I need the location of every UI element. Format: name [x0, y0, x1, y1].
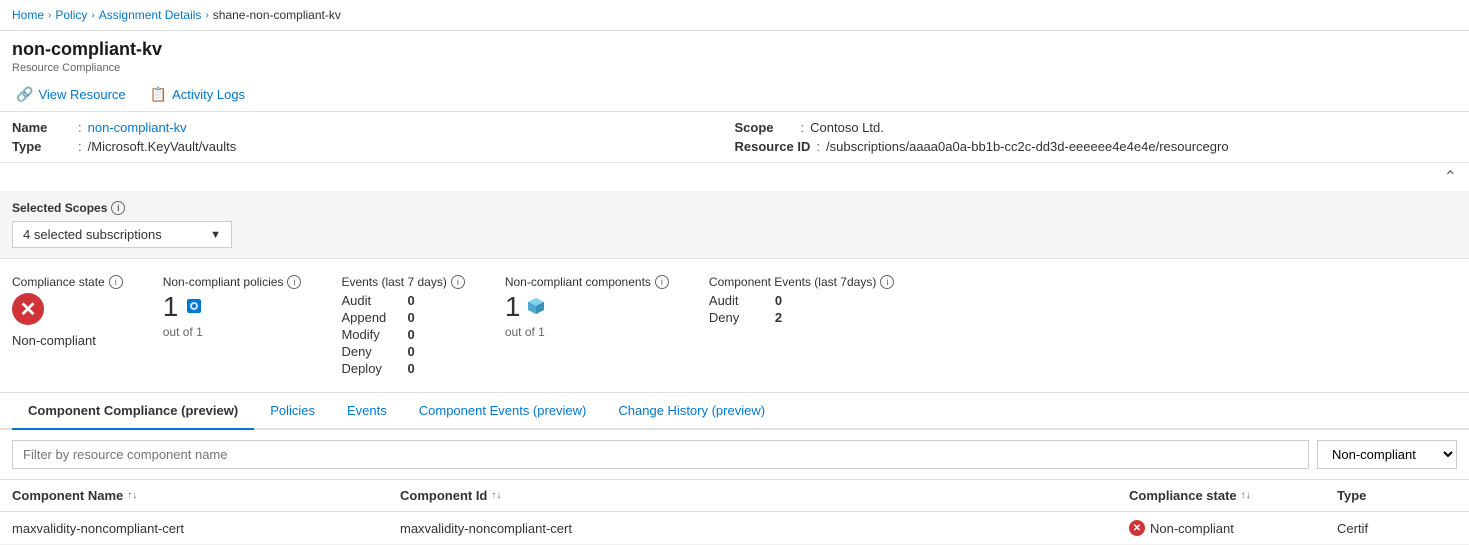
event-deny: Deny 0 — [341, 344, 464, 359]
scopes-dropdown-value: 4 selected subscriptions — [23, 227, 162, 242]
compliance-x-icon: ✕ — [1129, 520, 1145, 536]
filter-input[interactable] — [12, 440, 1309, 469]
tabs-section: Component Compliance (preview) Policies … — [0, 393, 1469, 430]
type-row: Type : /Microsoft.KeyVault/vaults — [12, 139, 735, 154]
comp-event-deny: Deny 2 — [709, 310, 894, 325]
stats-section: Compliance state i ✕ Non-compliant Non-c… — [0, 259, 1469, 393]
scopes-dropdown[interactable]: 4 selected subscriptions ▼ — [12, 221, 232, 248]
breadcrumb-current: shane-non-compliant-kv — [213, 8, 341, 22]
resource-id-row: Resource ID : /subscriptions/aaaa0a0a-bb… — [735, 139, 1458, 154]
component-events-block: Component Events (last 7days) i Audit 0 … — [709, 275, 894, 376]
activity-logs-label: Activity Logs — [172, 87, 245, 102]
page-header: non-compliant-kv Resource Compliance — [0, 31, 1469, 78]
cell-component-id: maxvalidity-noncompliant-cert — [400, 521, 1121, 536]
tab-component-compliance[interactable]: Component Compliance (preview) — [12, 393, 254, 430]
event-deploy: Deploy 0 — [341, 361, 464, 376]
view-resource-button[interactable]: 🔗 View Resource — [12, 84, 130, 105]
compliance-filter-dropdown[interactable]: Non-compliant — [1317, 440, 1457, 469]
col-type[interactable]: Type — [1337, 488, 1457, 503]
sort-icon-compliance-state: ↑↓ — [1241, 490, 1251, 501]
events-list: Audit 0 Append 0 Modify 0 Deny 0 Deploy … — [341, 293, 464, 376]
toolbar: 🔗 View Resource 📋 Activity Logs — [0, 78, 1469, 112]
metadata-left: Name : non-compliant-kv Type : /Microsof… — [12, 120, 735, 154]
type-value: /Microsoft.KeyVault/vaults — [88, 139, 237, 154]
scope-value: Contoso Ltd. — [810, 120, 884, 135]
scopes-info-icon[interactable]: i — [111, 201, 125, 215]
metadata-section: Name : non-compliant-kv Type : /Microsof… — [0, 112, 1469, 163]
comp-event-audit: Audit 0 — [709, 293, 894, 308]
policy-cube-icon — [184, 293, 204, 321]
component-cube-icon — [526, 293, 546, 321]
non-compliant-icon: ✕ — [12, 293, 44, 325]
filter-section: Non-compliant — [0, 430, 1469, 480]
name-value[interactable]: non-compliant-kv — [88, 120, 187, 135]
scopes-section: Selected Scopes i 4 selected subscriptio… — [0, 191, 1469, 259]
type-label: Type — [12, 139, 72, 154]
cell-component-name: maxvalidity-noncompliant-cert — [12, 521, 392, 536]
activity-logs-button[interactable]: 📋 Activity Logs — [146, 84, 249, 105]
events-block: Events (last 7 days) i Audit 0 Append 0 … — [341, 275, 464, 376]
non-compliant-policies-block: Non-compliant policies i 1 out of 1 — [163, 275, 302, 376]
log-icon: 📋 — [150, 86, 167, 103]
resource-id-label: Resource ID — [735, 139, 811, 154]
breadcrumb-assignment[interactable]: Assignment Details — [99, 8, 202, 22]
cell-type: Certif — [1337, 521, 1457, 536]
tab-events[interactable]: Events — [331, 393, 403, 430]
table-row: maxvalidity-noncompliant-cert maxvalidit… — [0, 512, 1469, 545]
resource-id-value: /subscriptions/aaaa0a0a-bb1b-cc2c-dd3d-e… — [826, 139, 1229, 154]
compliance-state-value: Non-compliant — [12, 333, 123, 348]
compliance-state-block: Compliance state i ✕ Non-compliant — [12, 275, 123, 376]
col-component-id[interactable]: Component Id ↑↓ — [400, 488, 1121, 503]
scope-row: Scope : Contoso Ltd. — [735, 120, 1458, 135]
component-events-info-icon[interactable]: i — [880, 275, 894, 289]
component-events-list: Audit 0 Deny 2 — [709, 293, 894, 325]
non-compliant-components-number: 1 — [505, 293, 669, 321]
non-compliant-components-title: Non-compliant components i — [505, 275, 669, 289]
non-compliant-components-block: Non-compliant components i 1 out of 1 — [505, 275, 669, 376]
page-subtitle: Resource Compliance — [12, 62, 1457, 74]
view-resource-label: View Resource — [38, 87, 125, 102]
compliance-state-info-icon[interactable]: i — [109, 275, 123, 289]
chevron-down-icon: ▼ — [210, 229, 221, 241]
non-compliant-policies-title: Non-compliant policies i — [163, 275, 302, 289]
events-title: Events (last 7 days) i — [341, 275, 464, 289]
scopes-label: Selected Scopes i — [12, 201, 1457, 215]
breadcrumb-home[interactable]: Home — [12, 8, 44, 22]
non-compliant-policies-number: 1 — [163, 293, 302, 321]
external-link-icon: 🔗 — [16, 86, 33, 103]
non-compliant-components-subtitle: out of 1 — [505, 325, 669, 339]
col-component-name[interactable]: Component Name ↑↓ — [12, 488, 392, 503]
compliance-state-title: Compliance state i — [12, 275, 123, 289]
table-header: Component Name ↑↓ Component Id ↑↓ Compli… — [0, 480, 1469, 512]
scopes-label-text: Selected Scopes — [12, 201, 107, 215]
breadcrumb: Home › Policy › Assignment Details › sha… — [0, 0, 1469, 31]
metadata-right: Scope : Contoso Ltd. Resource ID : /subs… — [735, 120, 1458, 154]
component-events-title: Component Events (last 7days) i — [709, 275, 894, 289]
non-compliant-policies-info-icon[interactable]: i — [287, 275, 301, 289]
non-compliant-components-info-icon[interactable]: i — [655, 275, 669, 289]
event-append: Append 0 — [341, 310, 464, 325]
collapse-divider: ⌃ — [0, 163, 1469, 191]
compliance-state-text: Non-compliant — [1150, 521, 1234, 536]
page-title: non-compliant-kv — [12, 39, 1457, 60]
breadcrumb-policy[interactable]: Policy — [55, 8, 87, 22]
collapse-icon[interactable]: ⌃ — [1444, 167, 1457, 187]
tab-policies[interactable]: Policies — [254, 393, 331, 430]
event-modify: Modify 0 — [341, 327, 464, 342]
events-info-icon[interactable]: i — [451, 275, 465, 289]
event-audit: Audit 0 — [341, 293, 464, 308]
name-label: Name — [12, 120, 72, 135]
name-row: Name : non-compliant-kv — [12, 120, 735, 135]
sort-icon-component-name: ↑↓ — [127, 490, 137, 501]
tab-change-history[interactable]: Change History (preview) — [602, 393, 781, 430]
cell-compliance-state: ✕ Non-compliant — [1129, 520, 1329, 536]
tab-component-events[interactable]: Component Events (preview) — [403, 393, 603, 430]
scope-label: Scope — [735, 120, 795, 135]
col-compliance-state[interactable]: Compliance state ↑↓ — [1129, 488, 1329, 503]
sort-icon-component-id: ↑↓ — [491, 490, 501, 501]
non-compliant-policies-subtitle: out of 1 — [163, 325, 302, 339]
